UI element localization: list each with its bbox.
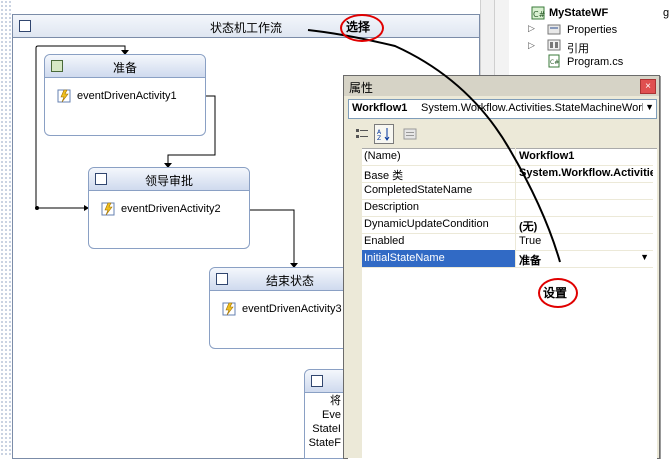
property-name: InitialStateName: [362, 250, 515, 267]
chevron-down-icon[interactable]: ▼: [645, 102, 654, 112]
tree-item-properties[interactable]: Properties: [567, 24, 617, 36]
state-line: Eve: [322, 409, 341, 421]
property-name: (Name): [364, 150, 401, 162]
clipped-text: g: [663, 7, 669, 19]
activity-label[interactable]: eventDrivenActivity1: [77, 90, 177, 102]
properties-title-bar[interactable]: 属性 ×: [344, 76, 659, 96]
state-line: StateI: [312, 423, 341, 435]
tree-item-references[interactable]: 引用: [567, 40, 589, 56]
property-value[interactable]: True: [519, 235, 653, 247]
expand-arrow-icon[interactable]: ▷: [528, 40, 535, 51]
svg-text:C#: C#: [533, 10, 545, 19]
property-row[interactable]: CompletedStateName: [362, 182, 653, 200]
property-name: Description: [364, 201, 420, 213]
column-divider: [515, 199, 516, 216]
state-header: 领导审批: [89, 168, 249, 191]
column-divider: [515, 250, 516, 267]
state-title: 领导审批: [144, 174, 193, 188]
property-row[interactable]: (Name) Workflow1: [362, 148, 653, 166]
references-icon: [547, 39, 561, 51]
properties-window: 属性 × Workflow1 System.Workflow.Activitie…: [343, 75, 660, 459]
object-name: Workflow1: [352, 102, 408, 114]
categorized-icon[interactable]: [352, 124, 372, 144]
event-driven-icon: [57, 89, 71, 103]
column-divider: [515, 182, 516, 199]
property-name: Enabled: [364, 235, 405, 247]
properties-folder-icon: [547, 24, 561, 35]
chevron-down-icon[interactable]: ▼: [640, 252, 649, 262]
property-value[interactable]: System.Workflow.Activities.StateMachineW…: [519, 167, 653, 179]
connector-dot: [35, 206, 39, 210]
activity-label[interactable]: eventDrivenActivity2: [121, 203, 221, 215]
object-selector[interactable]: Workflow1 System.Workflow.Activities.Sta…: [348, 99, 657, 119]
event-driven-icon: [222, 302, 236, 316]
tree-item-program[interactable]: Program.cs: [567, 56, 623, 68]
event-driven-icon: [101, 202, 115, 216]
csharp-file-icon: C#: [548, 54, 560, 68]
property-name: CompletedStateName: [364, 184, 473, 196]
expand-arrow-icon[interactable]: ▷: [528, 23, 535, 34]
property-value[interactable]: Workflow1: [519, 150, 653, 162]
property-name: Base 类: [364, 170, 404, 182]
state-leader-approval[interactable]: 领导审批 eventDrivenActivity2: [88, 167, 250, 249]
svg-text:C#: C#: [550, 59, 559, 66]
state-prepare[interactable]: 准备 eventDrivenActivity1: [44, 54, 206, 136]
state-header: 准备: [45, 55, 205, 78]
column-divider: [515, 233, 516, 250]
column-divider: [515, 216, 516, 233]
object-type: System.Workflow.Activities.StateMachineW…: [421, 102, 643, 114]
property-grid-gutter: [348, 148, 362, 458]
csharp-project-icon: C#: [531, 6, 545, 20]
column-divider: [515, 148, 516, 165]
activity-label[interactable]: eventDrivenActivity3: [242, 303, 342, 315]
column-divider: [515, 165, 516, 182]
property-value[interactable]: 准备: [519, 252, 653, 268]
state-line: StateF: [308, 437, 341, 449]
checkbox-icon: [311, 375, 323, 387]
alphabetical-icon[interactable]: AZ: [374, 124, 394, 144]
callout-select-label: 选择: [346, 20, 371, 34]
property-row[interactable]: DynamicUpdateCondition (无): [362, 216, 653, 234]
property-row-selected[interactable]: InitialStateName 准备 ▼: [362, 250, 653, 268]
properties-title: 属性: [349, 81, 374, 95]
property-pages-icon[interactable]: [400, 124, 420, 144]
property-row[interactable]: Enabled True: [362, 233, 653, 251]
close-icon[interactable]: ×: [640, 79, 656, 94]
property-row[interactable]: Description: [362, 199, 653, 217]
project-name[interactable]: MyStateWF: [549, 7, 608, 19]
property-value[interactable]: (无): [519, 218, 653, 234]
state-title: 准备: [112, 61, 137, 75]
state-line: 将: [330, 395, 341, 407]
svg-text:Z: Z: [377, 135, 381, 141]
property-row[interactable]: Base 类 System.Workflow.Activities.StateM…: [362, 165, 653, 183]
properties-toolbar: AZ: [348, 122, 655, 144]
property-name: DynamicUpdateCondition: [364, 218, 489, 230]
callout-set-label: 设置: [543, 286, 568, 300]
